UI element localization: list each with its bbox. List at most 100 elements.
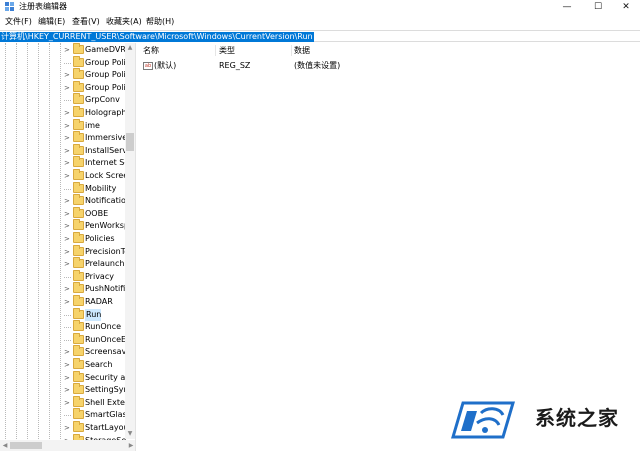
tree-item[interactable]: > Internet Se <box>64 156 134 169</box>
folder-icon <box>73 370 84 382</box>
tree-item[interactable]: > InstallServi <box>64 143 134 157</box>
chevron-right-icon[interactable]: > <box>64 398 70 408</box>
menu-help[interactable]: 帮助(H) <box>146 17 174 27</box>
tree-item[interactable]: Run <box>64 307 134 321</box>
tree-item[interactable]: > Group Poli <box>64 68 134 81</box>
chevron-right-icon[interactable]: > <box>64 247 70 257</box>
tree-item[interactable]: RunOnceEx <box>64 332 134 346</box>
column-divider[interactable] <box>215 45 216 56</box>
address-bar[interactable]: 计算机\HKEY_CURRENT_USER\Software\Microsoft… <box>0 30 640 42</box>
folder-icon <box>73 143 84 155</box>
close-button[interactable]: ✕ <box>614 0 638 15</box>
chevron-right-icon[interactable]: > <box>64 108 70 118</box>
regedit-icon <box>5 2 14 11</box>
tree-item[interactable]: > StartLayout <box>64 421 134 434</box>
tree-item[interactable]: > Screensave <box>64 345 134 358</box>
title-bar: 注册表编辑器 — ☐ ✕ <box>0 0 640 15</box>
folder-icon <box>73 106 84 117</box>
folder-icon <box>73 320 84 332</box>
tree-item[interactable]: Privacy <box>64 269 134 283</box>
value-data: (数值未设置) <box>294 61 341 70</box>
column-header-type[interactable]: 类型 <box>219 45 235 56</box>
tree-item[interactable]: > ime <box>64 118 134 132</box>
key-tree[interactable]: > GameDVR Group Poli > Group Poli > Group Poli… <box>0 43 136 451</box>
scroll-thumb[interactable] <box>126 133 134 151</box>
tree-horizontal-scrollbar[interactable]: ◀ ▶ <box>0 440 135 451</box>
menu-file[interactable]: 文件(F) <box>5 17 32 27</box>
watermark-logo-icon <box>450 401 516 439</box>
tree-item[interactable]: RunOnce <box>64 320 134 333</box>
chevron-right-icon[interactable]: > <box>64 133 70 143</box>
chevron-right-icon[interactable]: > <box>64 121 70 131</box>
tree-item[interactable]: > SettingSync <box>64 383 134 396</box>
chevron-right-icon[interactable]: > <box>64 423 70 433</box>
column-header-data[interactable]: 数据 <box>294 45 310 56</box>
value-row[interactable]: ab (默认) REG_SZ (数值未设置) <box>137 60 640 72</box>
chevron-right-icon[interactable]: > <box>64 284 70 294</box>
tree-item[interactable]: > Lock Scree <box>64 169 134 182</box>
watermark: 系统之家 <box>447 393 635 445</box>
tree-item[interactable]: GrpConv <box>64 93 134 106</box>
scroll-right-arrow-icon[interactable]: ▶ <box>126 440 135 451</box>
folder-icon <box>73 43 84 54</box>
chevron-right-icon[interactable]: > <box>64 259 70 269</box>
tree-item[interactable]: > PushNotific <box>64 282 134 295</box>
chevron-right-icon[interactable]: > <box>64 221 70 231</box>
chevron-right-icon[interactable]: > <box>64 171 70 181</box>
tree-item[interactable]: > Holograph <box>64 106 134 119</box>
tree-guide <box>38 43 39 451</box>
tree-item[interactable]: > RADAR <box>64 295 134 308</box>
minimize-button[interactable]: — <box>555 0 579 15</box>
scroll-up-arrow-icon[interactable]: ▲ <box>125 43 135 53</box>
chevron-right-icon[interactable]: > <box>64 196 70 206</box>
tree-item[interactable]: > GameDVR <box>64 43 134 56</box>
chevron-right-icon[interactable]: > <box>64 234 70 244</box>
folder-icon <box>73 332 84 344</box>
maximize-button[interactable]: ☐ <box>586 0 610 15</box>
folder-icon <box>73 93 84 105</box>
folder-icon <box>73 118 84 130</box>
tree-item[interactable]: > Immersive <box>64 131 134 144</box>
tree-item[interactable]: > Security an <box>64 370 134 384</box>
folder-icon <box>73 181 84 193</box>
tree-item[interactable]: > PrecisionTo <box>64 244 134 258</box>
tree-item[interactable]: > Policies <box>64 232 134 245</box>
folder-icon <box>73 206 84 218</box>
chevron-right-icon[interactable]: > <box>64 45 70 55</box>
tree-item[interactable]: > OOBE <box>64 206 134 220</box>
scroll-down-arrow-icon[interactable]: ▼ <box>125 429 135 439</box>
folder-icon <box>73 156 84 168</box>
tree-item[interactable]: > Group Poli <box>64 80 134 94</box>
scroll-left-arrow-icon[interactable]: ◀ <box>0 440 10 451</box>
tree-item[interactable]: > Search <box>64 358 134 371</box>
tree-item[interactable]: > Shell Exten <box>64 395 134 409</box>
chevron-right-icon[interactable]: > <box>64 297 70 307</box>
chevron-right-icon[interactable]: > <box>64 158 70 168</box>
chevron-right-icon[interactable]: > <box>64 385 70 395</box>
column-header-name[interactable]: 名称 <box>143 45 159 56</box>
values-list[interactable]: 名称 类型 数据 ab (默认) REG_SZ (数值未设置) <box>137 43 640 451</box>
menu-favorites[interactable]: 收藏夹(A) <box>106 17 142 27</box>
tree-item[interactable]: Group Poli <box>64 55 134 69</box>
chevron-right-icon[interactable]: > <box>64 70 70 80</box>
folder-icon <box>73 295 84 306</box>
menu-view[interactable]: 查看(V) <box>72 17 100 27</box>
scroll-thumb[interactable] <box>10 442 42 449</box>
chevron-right-icon[interactable]: > <box>64 83 70 93</box>
tree-connector <box>64 327 71 329</box>
tree-item[interactable]: > Notification <box>64 194 134 207</box>
tree-vertical-scrollbar[interactable]: ▲ ▼ <box>125 43 135 439</box>
chevron-right-icon[interactable]: > <box>64 347 70 357</box>
chevron-right-icon[interactable]: > <box>64 373 70 383</box>
menu-edit[interactable]: 编辑(E) <box>38 17 65 27</box>
chevron-right-icon[interactable]: > <box>64 360 70 370</box>
tree-item[interactable]: > PenWorksp <box>64 219 134 232</box>
column-divider[interactable] <box>291 45 292 56</box>
chevron-right-icon[interactable]: > <box>64 209 70 219</box>
folder-icon <box>73 219 84 231</box>
tree-item[interactable]: SmartGlass <box>64 408 134 421</box>
tree-item[interactable]: Mobility <box>64 181 134 195</box>
chevron-right-icon[interactable]: > <box>64 146 70 156</box>
tree-item[interactable]: > Prelaunch <box>64 257 134 270</box>
address-path[interactable]: 计算机\HKEY_CURRENT_USER\Software\Microsoft… <box>0 32 314 42</box>
